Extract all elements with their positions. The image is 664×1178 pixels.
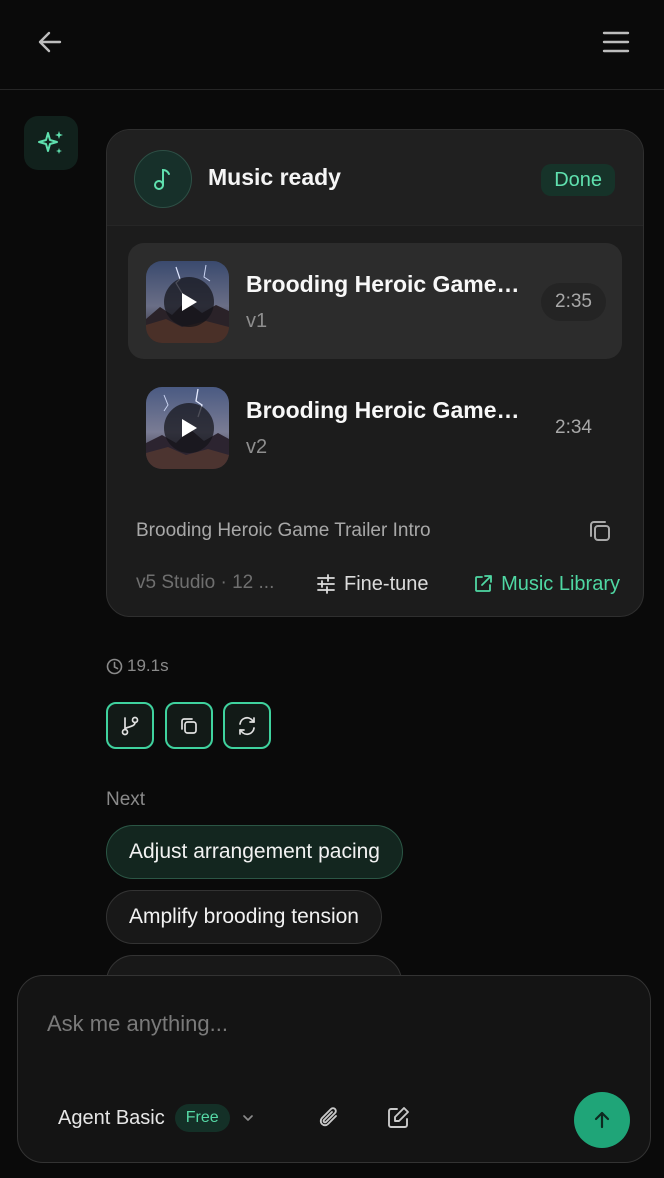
track-version: v1 bbox=[246, 310, 268, 332]
response-time-value: 19.1s bbox=[127, 656, 169, 675]
track-title: Brooding Heroic Game Trailer Intro bbox=[246, 271, 521, 297]
status-badge: Done bbox=[541, 164, 615, 196]
edit-button[interactable] bbox=[384, 1104, 412, 1132]
top-bar bbox=[0, 0, 664, 90]
card-header: Music ready Done bbox=[107, 130, 643, 226]
music-library-label: Music Library bbox=[501, 572, 620, 595]
sliders-icon bbox=[317, 574, 335, 594]
send-button[interactable] bbox=[574, 1092, 630, 1148]
track-duration: 2:35 bbox=[541, 283, 606, 321]
next-heading: Next bbox=[106, 789, 146, 810]
play-icon bbox=[182, 293, 197, 311]
git-branch-icon bbox=[121, 716, 139, 735]
assistant-avatar bbox=[24, 116, 78, 170]
clock-icon bbox=[106, 658, 123, 674]
refresh-icon bbox=[239, 716, 255, 735]
music-result-card: Music ready Done Brooding Heroic Game T … bbox=[106, 129, 644, 617]
chevron-down-icon bbox=[242, 1115, 253, 1121]
hamburger-menu-icon bbox=[602, 31, 630, 53]
music-note-icon bbox=[154, 168, 170, 190]
fine-tune-button[interactable]: Fine-tune bbox=[316, 570, 429, 598]
card-footer: v5 Studio · 12 ... Fine-tune Music Libra… bbox=[136, 570, 620, 598]
copy-icon bbox=[181, 717, 197, 734]
track-item[interactable]: Brooding Heroic Game Trailer Intro v1 2:… bbox=[128, 243, 622, 359]
copy-icon bbox=[590, 521, 610, 541]
track-description: Brooding Heroic Game Trailer Intro bbox=[136, 520, 431, 541]
track-version: v2 bbox=[246, 436, 268, 458]
branch-button[interactable] bbox=[106, 702, 154, 749]
sparkles-icon bbox=[38, 131, 63, 154]
back-button[interactable] bbox=[34, 26, 66, 58]
track-cover-image bbox=[146, 387, 229, 469]
agent-selector[interactable]: Agent Basic Free bbox=[58, 1104, 256, 1132]
play-icon bbox=[182, 419, 197, 437]
attach-button[interactable] bbox=[316, 1104, 344, 1132]
suggestion-chip[interactable]: Adjust arrangement pacing bbox=[106, 825, 403, 879]
arrow-up-icon bbox=[594, 1111, 610, 1129]
agent-label: Agent Basic bbox=[58, 1106, 165, 1129]
music-library-link[interactable]: Music Library bbox=[473, 570, 620, 598]
copy-description-button[interactable] bbox=[587, 518, 613, 544]
copy-button[interactable] bbox=[165, 702, 213, 749]
paperclip-icon bbox=[319, 1107, 337, 1127]
external-link-icon bbox=[475, 575, 492, 592]
suggestion-chip[interactable]: Amplify brooding tension bbox=[106, 890, 382, 944]
model-meta: v5 Studio · 12 ... bbox=[136, 572, 275, 593]
regenerate-button[interactable] bbox=[223, 702, 271, 749]
app-root: Music ready Done Brooding Heroic Game T … bbox=[0, 0, 664, 1178]
track-title: Brooding Heroic Game Trailer Intro bbox=[246, 397, 521, 423]
play-button[interactable] bbox=[164, 403, 214, 453]
play-button[interactable] bbox=[164, 277, 214, 327]
music-note-badge bbox=[134, 150, 192, 208]
response-time: 19.1s bbox=[106, 656, 169, 676]
track-duration: 2:34 bbox=[555, 417, 592, 438]
fine-tune-label: Fine-tune bbox=[344, 572, 429, 595]
chat-input[interactable] bbox=[47, 1004, 607, 1044]
plan-badge: Free bbox=[174, 1104, 230, 1132]
menu-button[interactable] bbox=[600, 26, 632, 58]
chat-composer: Agent Basic Free bbox=[17, 975, 651, 1163]
arrow-left-icon bbox=[38, 31, 62, 53]
track-cover-image bbox=[146, 261, 229, 343]
track-item[interactable]: Brooding Heroic Game Trailer Intro v2 2:… bbox=[128, 369, 622, 485]
edit-icon bbox=[388, 1107, 409, 1128]
card-title: Music ready bbox=[208, 164, 341, 190]
